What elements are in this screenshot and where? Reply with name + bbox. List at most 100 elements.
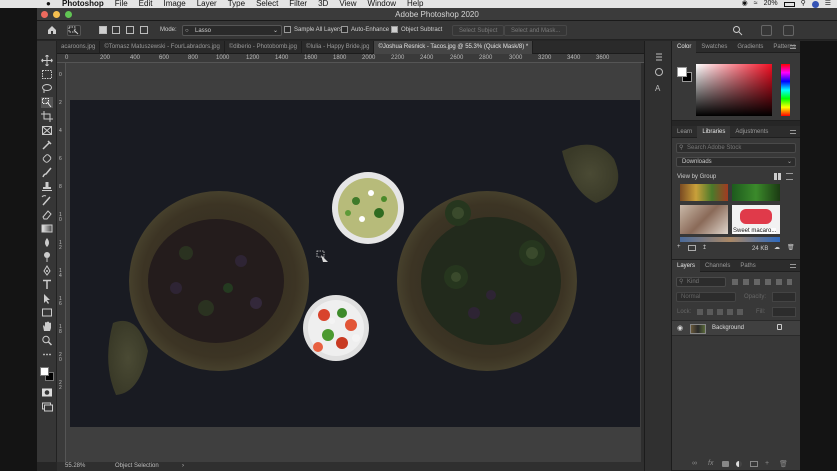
share-icon[interactable] [783, 25, 794, 36]
tab-happy-bride[interactable]: ©Iulia - Happy Bride.jpg [302, 41, 375, 54]
tab-paths[interactable]: Paths [735, 260, 760, 272]
opacity-input[interactable] [772, 292, 796, 302]
document-image[interactable] [66, 63, 644, 462]
panel-menu-icon[interactable] [790, 45, 796, 49]
tab-swatches[interactable]: Swatches [696, 41, 732, 53]
more-tools-icon[interactable] [41, 349, 53, 360]
blend-mode-dropdown[interactable]: Normal [676, 292, 736, 302]
menu-image[interactable]: Image [163, 0, 185, 8]
list-view-icon[interactable] [786, 173, 793, 180]
select-and-mask-button[interactable]: Select and Mask... [504, 25, 568, 36]
panel-foreground-swatch[interactable] [677, 67, 687, 77]
link-layers-icon[interactable]: ∞ [692, 460, 697, 467]
upload-icon[interactable]: ↥ [702, 244, 707, 251]
tab-macaroons[interactable]: acaroons.jpg [57, 41, 101, 54]
add-to-selection-icon[interactable] [112, 26, 120, 34]
history-panel-icon[interactable] [654, 53, 664, 63]
library-thumb-macarons[interactable]: Sweet macaro... [732, 205, 780, 234]
layer-filter-kind[interactable]: ⚲ Kind [676, 277, 726, 287]
tab-gradients[interactable]: Gradients [732, 41, 768, 53]
new-folder-icon[interactable] [688, 245, 696, 251]
battery-icon[interactable] [783, 1, 795, 7]
select-subject-button[interactable]: Select Subject [452, 25, 505, 36]
library-thumb-greens[interactable] [732, 184, 780, 201]
lock-icons[interactable] [697, 309, 747, 315]
library-thumb-photo[interactable] [680, 205, 728, 234]
tab-channels[interactable]: Channels [700, 260, 735, 272]
ruler-horizontal[interactable]: 0 200 400 600 800 1000 1200 1400 1600 18… [57, 54, 644, 63]
adjustment-layer-icon[interactable] [736, 461, 742, 467]
brush-tool-icon[interactable] [41, 167, 53, 178]
grid-view-icon[interactable] [774, 173, 781, 180]
workspace-icon[interactable] [761, 25, 772, 36]
menu-window[interactable]: Window [368, 0, 396, 8]
tab-four-labradors[interactable]: ©Tomasz Matuszewski - FourLabradors.jpg [100, 41, 225, 54]
dodge-tool-icon[interactable] [41, 251, 53, 262]
color-field[interactable] [696, 64, 772, 116]
clone-stamp-tool-icon[interactable] [41, 181, 53, 192]
object-subtract-checkbox[interactable] [391, 26, 398, 33]
sample-all-layers-checkbox[interactable] [284, 26, 291, 33]
spotlight-search-icon[interactable]: ⚲ [801, 0, 806, 8]
creative-cloud-icon[interactable]: ◉ [742, 0, 748, 8]
crop-tool-icon[interactable] [41, 111, 53, 122]
library-dropdown[interactable]: Downloads ⌄ [676, 157, 796, 167]
menu-layer[interactable]: Layer [197, 0, 217, 8]
delete-layer-icon[interactable]: 🗑 [779, 460, 788, 468]
home-icon[interactable] [47, 25, 57, 35]
panel-menu-icon[interactable] [790, 264, 796, 268]
healing-brush-tool-icon[interactable] [41, 153, 53, 164]
marquee-tool-icon[interactable] [41, 69, 53, 80]
object-selection-tool-icon[interactable] [41, 97, 53, 108]
new-layer-icon[interactable]: + [765, 460, 769, 467]
menu-3d[interactable]: 3D [318, 0, 328, 8]
library-thumb-food[interactable] [680, 184, 728, 201]
rectangle-tool-icon[interactable] [41, 307, 53, 318]
blur-tool-icon[interactable] [41, 237, 53, 248]
hue-slider[interactable] [781, 64, 790, 116]
pen-tool-icon[interactable] [41, 265, 53, 276]
menu-view[interactable]: View [339, 0, 356, 8]
properties-panel-icon[interactable] [654, 67, 664, 77]
menu-type[interactable]: Type [228, 0, 245, 8]
status-info-arrow[interactable]: › [182, 463, 184, 469]
tab-adjustments[interactable]: Adjustments [730, 126, 773, 138]
tab-learn[interactable]: Learn [672, 126, 697, 138]
new-selection-icon[interactable] [99, 26, 107, 34]
canvas-area[interactable] [66, 63, 644, 462]
history-brush-tool-icon[interactable] [41, 195, 53, 206]
quick-mask-icon[interactable] [41, 387, 53, 398]
notification-center-icon[interactable]: ☰ [825, 0, 831, 8]
tab-layers[interactable]: Layers [672, 259, 701, 272]
hand-tool-icon[interactable] [41, 321, 53, 332]
mode-dropdown[interactable]: ○ Lasso ⌄ [182, 25, 282, 36]
menu-file[interactable]: File [115, 0, 128, 8]
tab-photobomb[interactable]: ©diberio - Photobomb.jpg [225, 41, 302, 54]
frame-tool-icon[interactable] [41, 125, 53, 136]
gradient-tool-icon[interactable] [41, 223, 53, 234]
path-selection-tool-icon[interactable] [41, 293, 53, 304]
stock-search-input[interactable]: ⚲ Search Adobe Stock [676, 143, 796, 153]
delete-icon[interactable]: 🗑 [787, 244, 795, 251]
add-mask-icon[interactable] [722, 461, 729, 467]
add-content-icon[interactable]: + [677, 244, 681, 250]
search-icon[interactable] [732, 25, 743, 36]
library-thumb-row3[interactable] [680, 237, 780, 242]
wifi-icon[interactable]: ≈ [754, 0, 758, 8]
menu-select[interactable]: Select [256, 0, 278, 8]
tab-libraries[interactable]: Libraries [697, 125, 731, 138]
new-group-icon[interactable] [750, 461, 758, 467]
foreground-color-swatch[interactable] [40, 367, 49, 376]
avatar[interactable] [811, 0, 819, 8]
panel-menu-icon[interactable] [790, 130, 796, 134]
layer-row-background[interactable]: ◉ Background [672, 320, 800, 336]
eraser-tool-icon[interactable] [41, 209, 53, 220]
layer-style-icon[interactable]: fx [708, 460, 713, 467]
view-by-group-dropdown[interactable]: View by Group [677, 174, 716, 180]
glyphs-panel-icon[interactable]: A [654, 83, 664, 93]
intersect-selection-icon[interactable] [140, 26, 148, 34]
tool-preset-picker[interactable] [67, 25, 81, 36]
menu-help[interactable]: Help [407, 0, 423, 8]
screen-mode-icon[interactable] [41, 401, 53, 412]
menu-filter[interactable]: Filter [289, 0, 307, 8]
